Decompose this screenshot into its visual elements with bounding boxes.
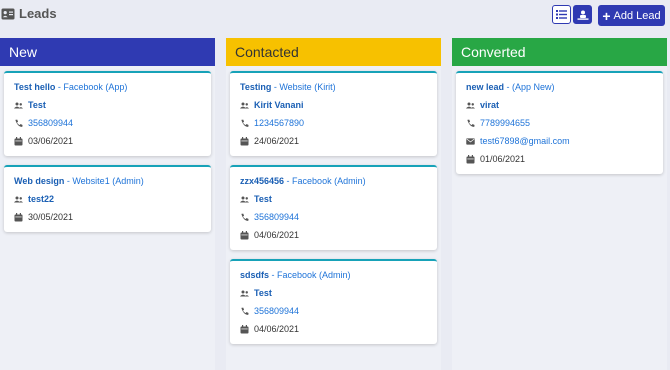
column-header-new: New: [0, 38, 215, 66]
list-view-button[interactable]: [552, 5, 571, 24]
kanban-view-button[interactable]: [573, 5, 592, 24]
lead-title[interactable]: zzx456456 - Facebook (Admin): [240, 176, 427, 186]
lead-date: 03/06/2021: [28, 136, 74, 146]
phone-icon: [241, 307, 249, 315]
address-card-icon: [1, 8, 15, 19]
users-icon: [14, 196, 23, 202]
phone-icon: [241, 213, 249, 221]
lead-title[interactable]: new lead - (App New): [466, 82, 653, 92]
phone-link[interactable]: 356809944: [254, 212, 299, 222]
contact-name: Test: [254, 288, 272, 298]
page-title: Leads: [1, 6, 57, 21]
lead-date: 04/06/2021: [254, 230, 300, 240]
calendar-icon: [14, 136, 23, 145]
column-body-converted: new lead - (App New) virat 7789994655 te…: [452, 66, 667, 188]
phone-link[interactable]: 7789994655: [480, 118, 530, 128]
contact-name: Kirit Vanani: [254, 100, 304, 110]
column-header-contacted: Contacted: [226, 38, 441, 66]
calendar-icon: [240, 230, 249, 239]
lead-date: 04/06/2021: [254, 324, 300, 334]
lead-title[interactable]: Test hello - Facebook (App): [14, 82, 201, 92]
top-bar: Leads + Add Lead: [0, 0, 670, 32]
plus-icon: +: [602, 7, 611, 24]
column-body-contacted: Testing - Website (Kirit) Kirit Vanani 1…: [226, 66, 441, 358]
contact-name: virat: [480, 100, 500, 110]
list-icon: [556, 10, 567, 19]
lead-card[interactable]: sdsdfs - Facebook (Admin) Test 356809944…: [230, 259, 437, 344]
lead-card[interactable]: zzx456456 - Facebook (Admin) Test 356809…: [230, 165, 437, 250]
page-title-text: Leads: [19, 6, 57, 21]
envelope-icon: [466, 137, 475, 145]
calendar-icon: [14, 212, 23, 221]
users-icon: [577, 10, 588, 20]
calendar-icon: [240, 136, 249, 145]
phone-icon: [467, 119, 475, 127]
phone-link[interactable]: 356809944: [254, 306, 299, 316]
phone-link[interactable]: 356809944: [28, 118, 73, 128]
column-header-converted: Converted: [452, 38, 667, 66]
column-contacted: Contacted Testing - Website (Kirit) Kiri…: [226, 38, 441, 370]
lead-title[interactable]: Web design - Website1 (Admin): [14, 176, 201, 186]
users-icon: [240, 102, 249, 108]
add-lead-label: Add Lead: [613, 9, 661, 22]
column-converted: Converted new lead - (App New) virat 778…: [452, 38, 667, 370]
column-new: New Test hello - Facebook (App) Test 356…: [0, 38, 215, 370]
lead-card[interactable]: new lead - (App New) virat 7789994655 te…: [456, 71, 663, 174]
lead-date: 30/05/2021: [28, 212, 74, 222]
column-body-new: Test hello - Facebook (App) Test 3568099…: [0, 66, 215, 246]
email-link[interactable]: test67898@gmail.com: [480, 136, 570, 146]
lead-title[interactable]: sdsdfs - Facebook (Admin): [240, 270, 427, 280]
add-lead-button[interactable]: + Add Lead: [598, 5, 665, 26]
lead-card[interactable]: Testing - Website (Kirit) Kirit Vanani 1…: [230, 71, 437, 156]
lead-date: 01/06/2021: [480, 154, 526, 164]
lead-date: 24/06/2021: [254, 136, 300, 146]
users-icon: [14, 102, 23, 108]
calendar-icon: [240, 324, 249, 333]
users-icon: [240, 196, 249, 202]
contact-name: Test: [28, 100, 46, 110]
lead-card[interactable]: Test hello - Facebook (App) Test 3568099…: [4, 71, 211, 156]
phone-link[interactable]: 1234567890: [254, 118, 304, 128]
phone-icon: [15, 119, 23, 127]
contact-name: Test: [254, 194, 272, 204]
users-icon: [466, 102, 475, 108]
lead-title[interactable]: Testing - Website (Kirit): [240, 82, 427, 92]
lead-card[interactable]: Web design - Website1 (Admin) test22 30/…: [4, 165, 211, 232]
phone-icon: [241, 119, 249, 127]
contact-name: test22: [28, 194, 55, 204]
users-icon: [240, 290, 249, 296]
calendar-icon: [466, 154, 475, 163]
